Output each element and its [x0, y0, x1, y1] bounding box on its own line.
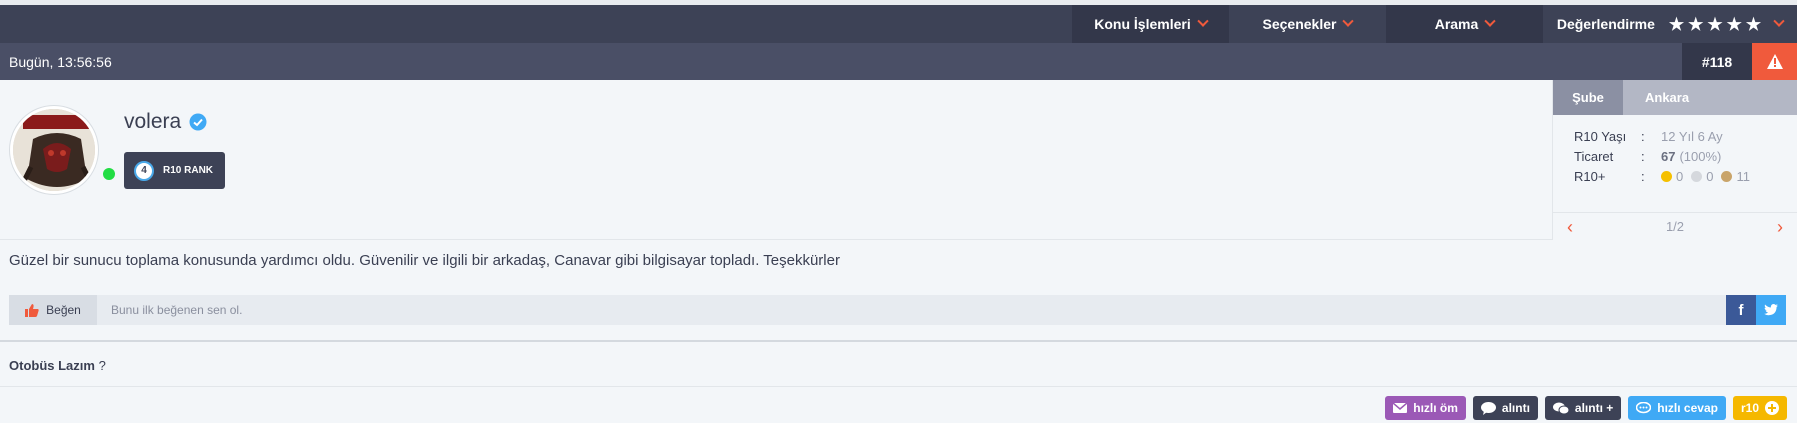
stat-value: 67 (100%) — [1661, 149, 1721, 164]
pager-text: 1/2 — [1665, 219, 1685, 234]
stat-row: Ticaret : 67 (100%) — [1553, 146, 1797, 166]
twitter-share-button[interactable] — [1756, 295, 1786, 325]
stat-key: R10+ — [1574, 168, 1606, 184]
chevron-down-icon — [1773, 15, 1785, 27]
post-number[interactable]: #118 — [1682, 43, 1752, 80]
like-bar: Beğen Bunu ilk beğenen sen ol. f — [9, 295, 1786, 325]
stat-colon: : — [1641, 128, 1645, 144]
action-label: hızlı cevap — [1657, 401, 1718, 415]
post-date: Bugün, 13:56:56 — [9, 53, 112, 70]
rank-label: R10 RANK — [163, 165, 214, 176]
user-signature: Otobüs Lazım ? — [9, 358, 106, 373]
post-message: Güzel bir sunucu toplama konusunda yardı… — [9, 252, 840, 269]
warning-icon — [1766, 54, 1783, 69]
gold-medal-icon — [1661, 170, 1672, 182]
tab-sube[interactable]: Şube — [1553, 80, 1623, 115]
chevron-down-icon — [1197, 15, 1209, 27]
avatar[interactable] — [10, 106, 98, 194]
post-actions: hızlı öm alıntı alıntı + hızlı cevap r10 — [1385, 396, 1787, 420]
menu-label: Değerlendirme — [1556, 16, 1655, 32]
section-divider — [0, 386, 1797, 387]
quick-reply-button[interactable]: hızlı cevap — [1628, 396, 1726, 420]
bronze-count: 11 — [1736, 168, 1750, 184]
avatar-image — [13, 109, 95, 191]
silver-medal-icon — [1691, 170, 1703, 182]
stats-list: R10 Yaşı : 12 Yıl 6 Ay Ticaret : 67 (100… — [1553, 115, 1797, 186]
share-buttons: f — [1726, 295, 1786, 325]
twitter-icon — [1764, 304, 1778, 316]
menu-konu-islemleri[interactable]: Konu İşlemleri — [1072, 5, 1229, 43]
silver-count: 0 — [1706, 168, 1714, 184]
quick-pm-button[interactable]: hızlı öm — [1385, 396, 1466, 420]
stat-key: Ticaret — [1574, 148, 1614, 164]
side-tabs: Şube Ankara — [1553, 80, 1797, 115]
signature-rest: ? — [98, 358, 106, 373]
bronze-medal-icon — [1721, 170, 1733, 182]
rank-badge[interactable]: 4 R10 RANK — [124, 152, 225, 189]
menu-secenekler[interactable]: Seçenekler — [1229, 5, 1386, 43]
side-pager: ‹ 1/2 › — [1553, 212, 1797, 240]
stat-value: 12 Yıl 6 Ay — [1661, 128, 1723, 144]
chevron-down-icon — [1342, 15, 1355, 27]
stat-key: R10 Yaşı — [1574, 128, 1627, 144]
stat-row: R10+ : 0 0 11 — [1553, 166, 1797, 186]
action-label: alıntı + — [1574, 401, 1614, 415]
plus-circle-icon — [1765, 401, 1779, 415]
quote-button[interactable]: alıntı — [1472, 396, 1538, 420]
speech-bubble-icon — [1480, 401, 1496, 415]
chevron-right-icon[interactable]: › — [1777, 218, 1783, 236]
gold-count: 0 — [1676, 168, 1684, 184]
rating-stars[interactable]: ★ ★ ★ ★ ★ — [1669, 16, 1761, 33]
username-text: volera — [124, 110, 182, 133]
star-icon[interactable]: ★ — [1746, 16, 1761, 33]
action-label: hızlı öm — [1413, 401, 1458, 415]
speech-bubbles-icon — [1552, 402, 1569, 414]
action-label: alıntı — [1501, 401, 1530, 415]
like-button[interactable]: Beğen — [9, 295, 97, 325]
user-side-panel: Şube Ankara R10 Yaşı : 12 Yıl 6 Ay Ticar… — [1552, 80, 1797, 240]
rank-level: 4 — [134, 160, 154, 181]
menu-degerlendirme[interactable]: Değerlendirme ★ ★ ★ ★ ★ — [1543, 5, 1797, 43]
star-icon[interactable]: ★ — [1707, 16, 1722, 33]
chevron-left-icon[interactable]: ‹ — [1567, 218, 1573, 236]
menu-arama[interactable]: Arama — [1386, 5, 1543, 43]
trade-percent: (100%) — [1679, 148, 1722, 164]
signature-bold: Otobüs Lazım — [9, 358, 95, 373]
stat-row: R10 Yaşı : 12 Yıl 6 Ay — [1553, 126, 1797, 146]
menu-label: Seçenekler — [1262, 16, 1337, 32]
verified-badge-icon — [189, 113, 207, 131]
star-icon[interactable]: ★ — [1688, 16, 1703, 33]
envelope-icon — [1393, 403, 1408, 413]
post-header: Bugün, 13:56:56 #118 — [0, 43, 1797, 80]
star-icon[interactable]: ★ — [1727, 16, 1742, 33]
tab-ankara[interactable]: Ankara — [1623, 80, 1797, 115]
stat-value: 0 0 11 — [1661, 169, 1750, 184]
star-icon[interactable]: ★ — [1669, 16, 1684, 33]
post-body: volera 4 R10 RANK Şube Ankara R10 Yaşı :… — [0, 80, 1797, 423]
trade-count: 67 — [1661, 148, 1676, 164]
stat-colon: : — [1641, 148, 1645, 164]
menu-label: Arama — [1434, 16, 1479, 32]
action-label: r10 — [1740, 401, 1759, 415]
quote-plus-button[interactable]: alıntı + — [1544, 396, 1622, 420]
username[interactable]: volera — [124, 110, 207, 134]
like-info: Bunu ilk beğenen sen ol. — [111, 303, 243, 317]
menu-label: Konu İşlemleri — [1094, 16, 1191, 32]
thumbs-up-icon — [25, 303, 39, 317]
section-divider — [0, 340, 1797, 342]
facebook-icon: f — [1738, 301, 1744, 319]
r10-plus-button[interactable]: r10 — [1732, 396, 1787, 420]
report-button[interactable] — [1752, 43, 1797, 80]
online-indicator — [103, 168, 115, 180]
stat-colon: : — [1641, 168, 1645, 184]
user-info: volera 4 R10 RANK — [0, 80, 1552, 240]
thread-toolbar: Konu İşlemleri Seçenekler Arama Değerlen… — [0, 5, 1797, 43]
facebook-share-button[interactable]: f — [1726, 295, 1756, 325]
like-label: Beğen — [46, 303, 81, 317]
comment-icon — [1636, 401, 1652, 413]
chevron-down-icon — [1484, 15, 1496, 27]
